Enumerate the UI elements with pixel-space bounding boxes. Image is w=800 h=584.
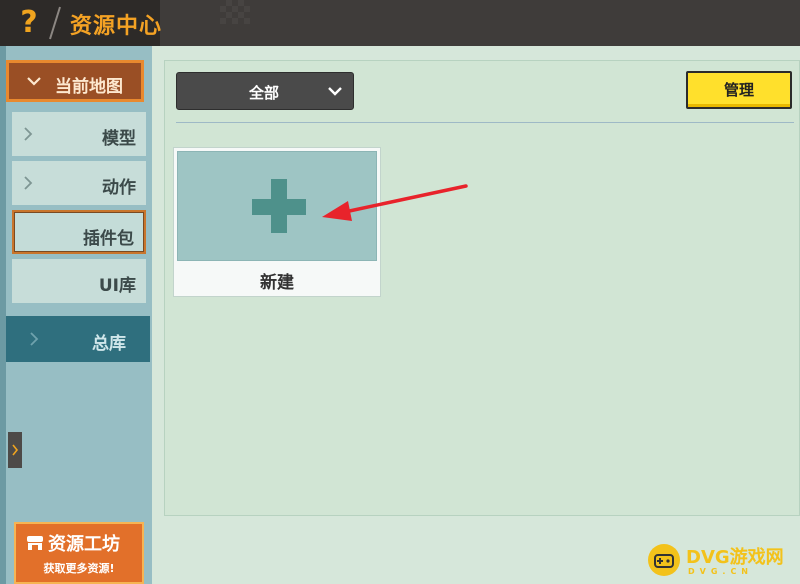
app-header: ? 资源中心 <box>0 0 800 46</box>
chevron-down-icon <box>27 77 41 86</box>
chevron-right-icon <box>12 444 19 456</box>
chevron-right-icon <box>24 176 33 190</box>
header-pattern <box>220 0 250 24</box>
plus-icon-bar <box>252 199 306 215</box>
sidebar-current-map[interactable]: 当前地图 <box>6 60 144 102</box>
sidebar-item-label: 动作 <box>102 178 136 198</box>
gamepad-icon <box>654 554 674 568</box>
workshop-subtitle: 获取更多资源! <box>43 562 115 575</box>
header-band <box>160 0 800 46</box>
sidebar-item-ui-library[interactable]: UI库 <box>12 259 146 303</box>
sidebar-collapse-handle[interactable] <box>8 432 22 468</box>
workshop-title: 资源工坊 <box>48 534 120 555</box>
header-divider <box>49 6 61 40</box>
sidebar: 当前地图 模型 动作 插件包 UI库 总库 资源工坊 获取更多资源! <box>0 46 152 584</box>
chevron-down-icon <box>328 87 342 96</box>
category-filter-dropdown[interactable]: 全部 <box>176 72 354 110</box>
sidebar-current-map-label: 当前地图 <box>55 77 123 97</box>
page-title: 资源中心 <box>70 14 163 39</box>
sidebar-total-label: 总库 <box>92 334 126 354</box>
sidebar-item-model[interactable]: 模型 <box>12 112 146 156</box>
store-icon <box>27 536 43 550</box>
resource-panel: 全部 管理 新建 <box>164 60 800 516</box>
divider <box>176 122 794 123</box>
new-card-label: 新建 <box>260 273 294 293</box>
watermark-text: DVG游戏网 <box>686 547 784 568</box>
manage-button[interactable]: 管理 <box>686 71 792 109</box>
help-icon[interactable]: ? <box>14 4 44 42</box>
chevron-right-icon <box>30 332 39 346</box>
sidebar-edge <box>0 46 6 584</box>
sidebar-item-label: UI库 <box>98 276 136 296</box>
annotation-arrow-icon <box>322 184 468 221</box>
resource-workshop-button[interactable]: 资源工坊 获取更多资源! <box>14 522 144 584</box>
sidebar-item-total[interactable]: 总库 <box>6 316 150 362</box>
sidebar-item-label: 模型 <box>102 129 136 149</box>
sidebar-item-plugin-pack[interactable]: 插件包 <box>12 210 146 254</box>
sidebar-item-action[interactable]: 动作 <box>12 161 146 205</box>
watermark-logo <box>648 544 680 576</box>
watermark-subtext: DVG.CN <box>688 567 754 576</box>
chevron-right-icon <box>24 127 33 141</box>
sidebar-item-label: 插件包 <box>83 229 134 249</box>
filter-selected-value: 全部 <box>249 84 280 102</box>
